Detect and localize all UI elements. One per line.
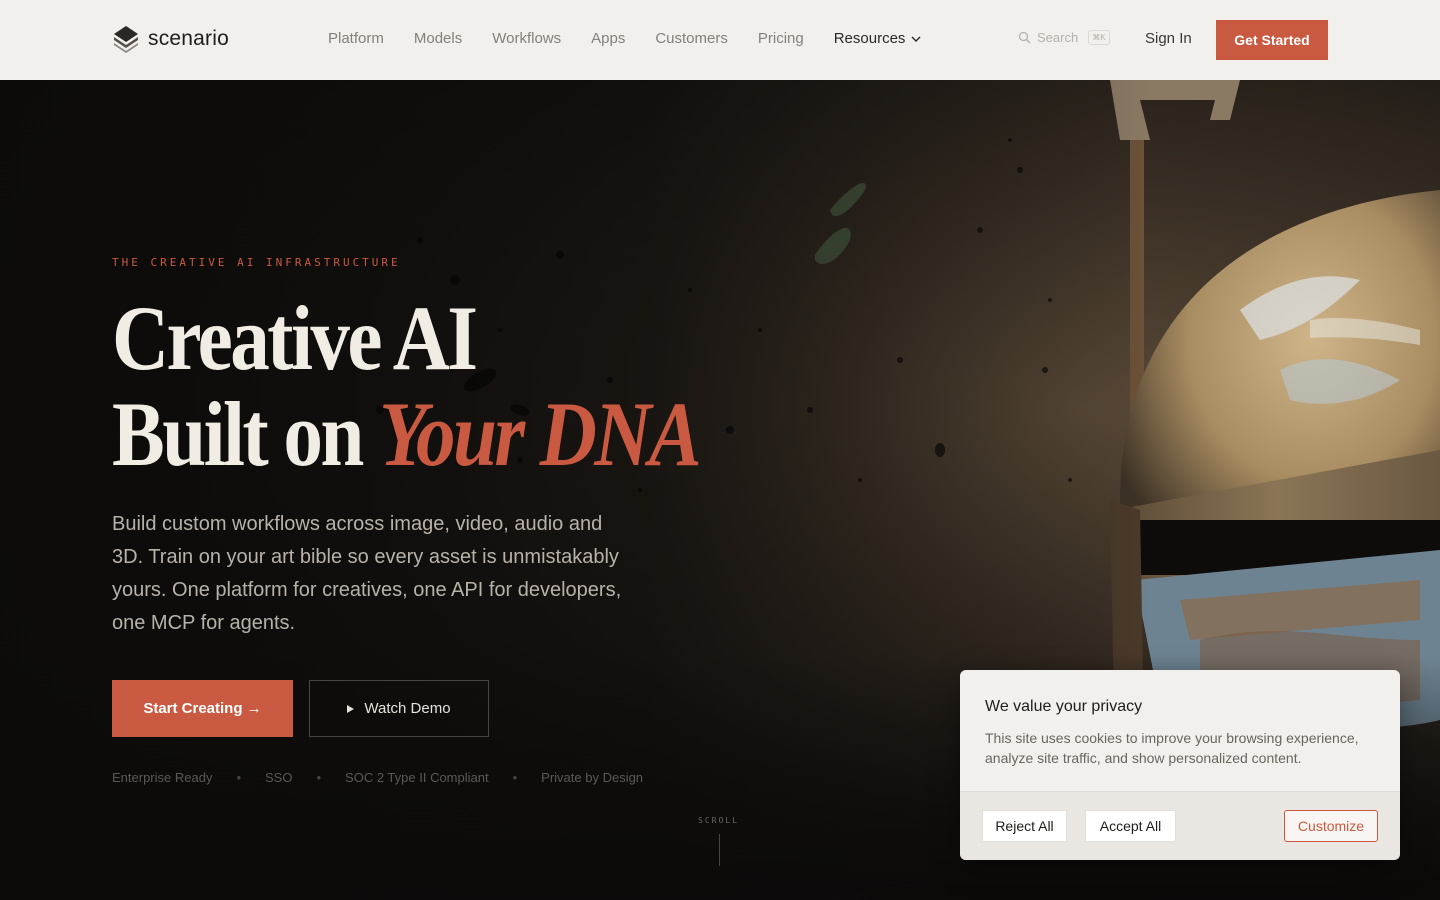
brand-name: scenario: [148, 27, 229, 50]
trust-badges: Enterprise Ready • SSO • SOC 2 Type II C…: [112, 770, 643, 785]
nav-item-customers[interactable]: Customers: [655, 30, 728, 47]
scroll-indicator-line: [719, 834, 720, 866]
nav-item-apps[interactable]: Apps: [591, 30, 625, 47]
headline-accent: Your DNA: [378, 383, 702, 485]
badge-soc2: SOC 2 Type II Compliant: [345, 770, 489, 785]
cookie-description: This site uses cookies to improve your b…: [985, 730, 1359, 766]
nav-item-pricing[interactable]: Pricing: [758, 30, 804, 47]
search-icon: [1018, 31, 1031, 44]
nav-item-platform[interactable]: Platform: [328, 30, 384, 47]
search-shortcut: ⌘K: [1088, 30, 1110, 45]
logo-mark-icon: [114, 26, 138, 53]
start-creating-button[interactable]: Start Creating →: [112, 680, 293, 737]
badge-private-by-design: Private by Design: [541, 770, 644, 785]
get-started-button[interactable]: Get Started: [1216, 20, 1328, 60]
badge-enterprise-ready: Enterprise Ready: [112, 770, 213, 785]
hero-subtitle: Build custom workflows across image, vid…: [112, 513, 622, 634]
hero-headline: Creative AI Built on Your DNA: [112, 287, 702, 485]
sign-in-link[interactable]: Sign In: [1145, 30, 1192, 47]
brand-logo[interactable]: scenario: [112, 24, 229, 54]
headline-line-1: Creative AI: [112, 287, 478, 389]
reject-all-button[interactable]: Reject All: [982, 810, 1067, 842]
watch-demo-button[interactable]: Watch Demo: [309, 680, 489, 737]
accept-all-button[interactable]: Accept All: [1085, 810, 1176, 842]
scroll-indicator-label: SCROLL: [698, 816, 739, 825]
search-input[interactable]: Search ⌘K: [1018, 30, 1110, 45]
nav-resources-label: Resources: [833, 30, 906, 47]
chevron-down-icon: [911, 36, 921, 42]
badge-sso: SSO: [265, 770, 293, 785]
headline-line-2: Built on: [112, 383, 379, 485]
hero-eyebrow: THE CREATIVE AI INFRASTRUCTURE: [112, 256, 401, 269]
cookie-actions: Reject All Accept All Customize: [960, 791, 1400, 860]
customize-button[interactable]: Customize: [1284, 810, 1378, 842]
play-icon: [347, 704, 355, 713]
main-nav: Platform Models Workflows Apps Customers…: [328, 30, 921, 47]
top-navigation: scenario Platform Models Workflows Apps …: [0, 0, 1440, 80]
cookie-consent-dialog: We value your privacy This site uses coo…: [960, 670, 1400, 860]
search-placeholder: Search: [1037, 30, 1079, 45]
badge-separator: •: [512, 770, 518, 785]
watch-demo-label: Watch Demo: [364, 700, 451, 717]
cookie-title: We value your privacy: [985, 698, 1143, 715]
nav-item-workflows[interactable]: Workflows: [492, 30, 561, 47]
badge-separator: •: [316, 770, 322, 785]
nav-item-models[interactable]: Models: [414, 30, 462, 47]
nav-item-resources[interactable]: Resources: [834, 30, 922, 47]
badge-separator: •: [236, 770, 242, 785]
